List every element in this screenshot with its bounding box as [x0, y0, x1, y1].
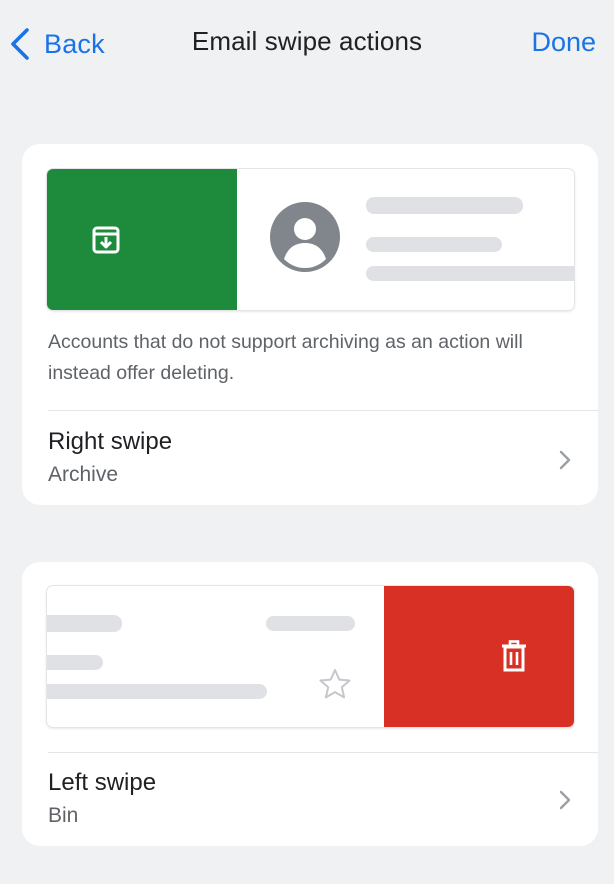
right-swipe-setting[interactable]: Right swipe Archive: [22, 411, 598, 505]
chevron-right-icon: [559, 790, 571, 810]
star-icon: [319, 669, 351, 699]
right-swipe-value: Archive: [48, 463, 119, 486]
avatar-icon: [270, 202, 340, 272]
page-title: Email swipe actions: [191, 26, 423, 56]
navigation-bar: Back Email swipe actions Done: [0, 0, 614, 88]
archive-icon: [92, 226, 120, 254]
placeholder-line: [366, 266, 574, 281]
left-swipe-setting[interactable]: Left swipe Bin: [22, 753, 598, 846]
placeholder-line: [366, 197, 523, 214]
right-swipe-title: Right swipe: [48, 428, 173, 455]
done-button[interactable]: Done: [531, 27, 596, 58]
archive-action-area: [47, 169, 237, 310]
right-swipe-card: Accounts that do not support archiving a…: [22, 144, 598, 505]
left-swipe-value: Bin: [48, 804, 79, 827]
delete-action-area: [384, 586, 574, 727]
placeholder-line: [47, 615, 122, 632]
left-swipe-preview: [47, 586, 574, 727]
trash-icon: [502, 640, 526, 672]
left-swipe-title: Left swipe: [48, 769, 157, 796]
placeholder-line: [366, 237, 502, 252]
placeholder-line: [47, 655, 103, 670]
placeholder-line: [47, 684, 267, 699]
placeholder-line: [266, 616, 355, 631]
left-swipe-card: Left swipe Bin: [22, 562, 598, 846]
archive-note: Accounts that do not support archiving a…: [48, 331, 523, 384]
right-swipe-preview: [47, 169, 574, 310]
chevron-right-icon: [559, 450, 571, 470]
